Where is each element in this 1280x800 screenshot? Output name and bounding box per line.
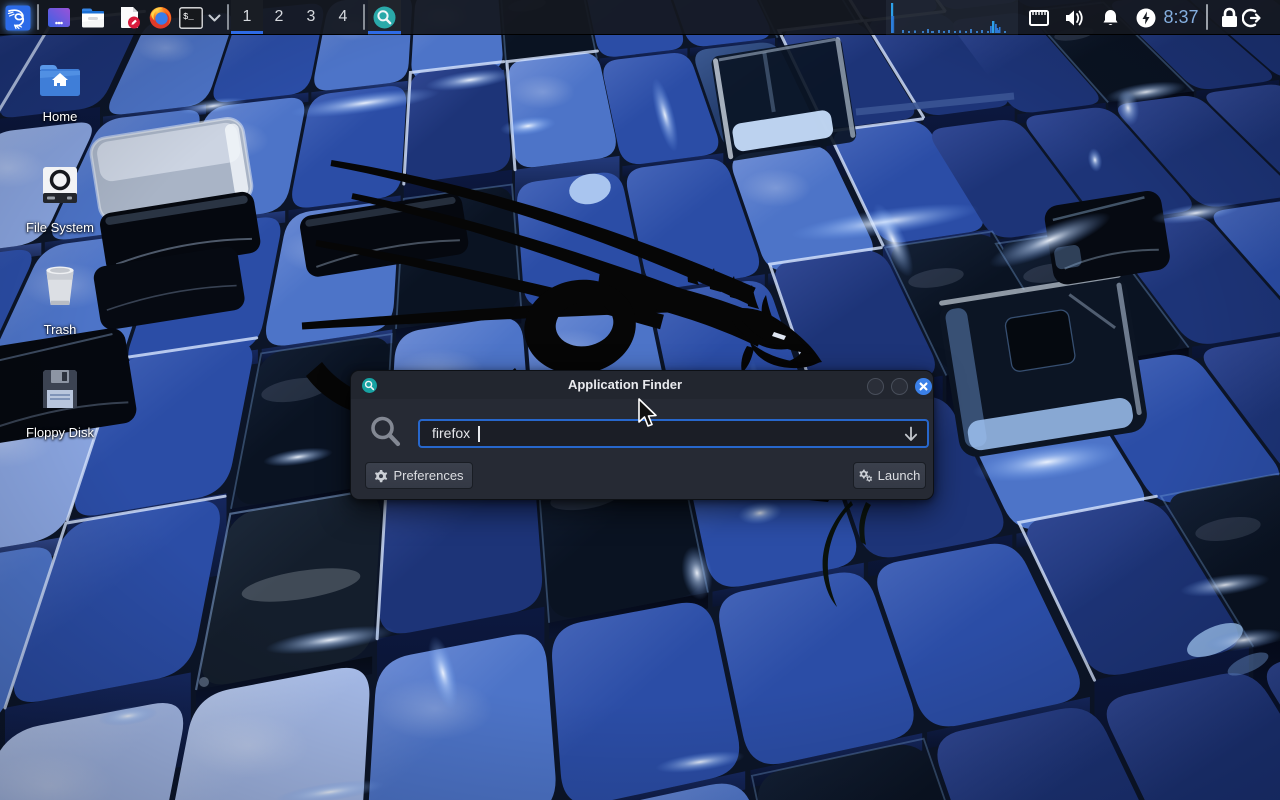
svg-text:$_: $_ <box>183 12 194 22</box>
